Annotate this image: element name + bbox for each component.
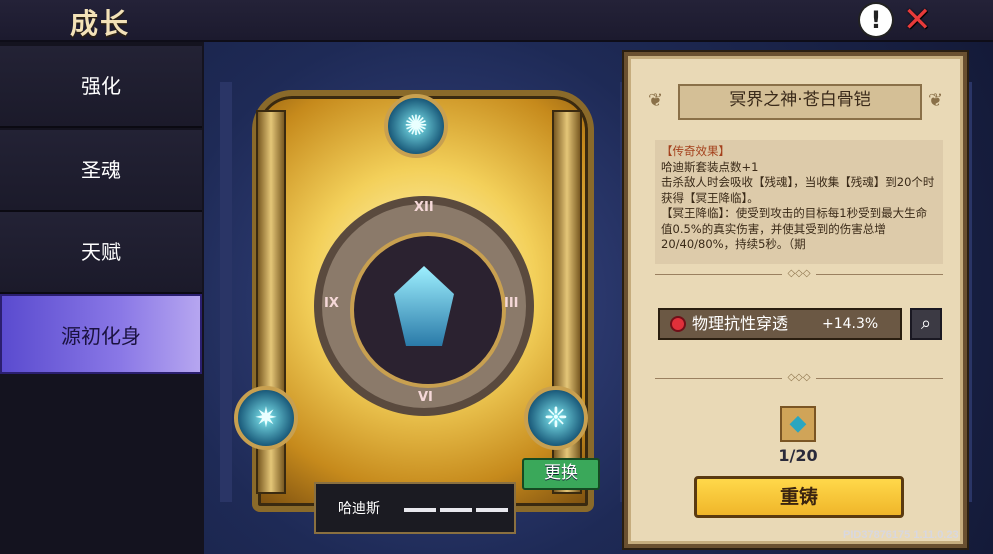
help-icon[interactable]: ! xyxy=(860,4,892,36)
numeral-6: VI xyxy=(418,390,433,405)
swap-button[interactable]: 更换 xyxy=(522,458,600,490)
effect-line: 哈迪斯套装点数+1 xyxy=(661,159,759,174)
reforge-material-icon[interactable]: ◆ xyxy=(780,406,816,442)
stat-value: +14.3% xyxy=(822,316,879,332)
web-sigil-icon[interactable]: ✷ xyxy=(234,386,298,450)
magnifier-icon[interactable]: ⌕ xyxy=(910,308,942,340)
flourish-left-icon: ❦ xyxy=(648,90,664,111)
tab-origin-avatar[interactable]: 源初化身 xyxy=(0,294,202,374)
spider-armor-icon xyxy=(394,266,454,346)
stat-gem-icon xyxy=(672,318,684,330)
tab-talent[interactable]: 天赋 xyxy=(0,212,202,294)
hero-name: 哈迪斯 xyxy=(338,501,380,517)
stat-label: 物理抗性穿透 xyxy=(692,314,789,333)
numeral-3: III xyxy=(504,296,519,311)
armor-slot[interactable] xyxy=(350,232,506,388)
info-panel: ❦ 冥界之神·苍白骨铠 ❦ 【传奇效果】 哈迪斯套装点数+1 击杀敌人时会吸收【… xyxy=(624,52,967,548)
bone-beast-icon[interactable]: ❈ xyxy=(524,386,588,450)
effect-line: 击杀敌人时会吸收【残魂】，当收集【残魂】到20个时获得【冥王降临】。 xyxy=(661,175,935,205)
numeral-9: IX xyxy=(324,296,339,311)
page-title: 成长 xyxy=(70,7,131,40)
effect-line: 【冥王降临】：使受到攻击的目标每1秒受到最大生命值0.5%的真实伤害，并使其受到… xyxy=(661,206,928,251)
divider-knot-icon: ◇◇◇ xyxy=(782,372,816,383)
stat-row: 物理抗性穿透 +14.3% xyxy=(658,308,902,340)
reforge-button[interactable]: 重铸 xyxy=(694,476,904,518)
divider-knot-icon: ◇◇◇ xyxy=(782,268,816,279)
sidebar: 强化 圣魂 天赋 源初化身 xyxy=(0,42,204,554)
effect-header: 【传奇效果】 xyxy=(661,144,730,158)
item-title: 冥界之神·苍白骨铠 xyxy=(678,84,922,120)
level-bars xyxy=(404,508,508,512)
numeral-12: XII xyxy=(414,200,434,215)
tab-enhance[interactable]: 强化 xyxy=(0,46,202,128)
top-bar: 成长 ! ✕ xyxy=(0,0,993,42)
hero-name-plate: 哈迪斯 xyxy=(314,482,516,534)
effect-description[interactable]: 【传奇效果】 哈迪斯套装点数+1 击杀敌人时会吸收【残魂】，当收集【残魂】到20… xyxy=(655,140,943,264)
spider-emblem-icon[interactable]: ✺ xyxy=(384,94,448,158)
clock-dial: XII III VI IX xyxy=(314,196,534,416)
build-id: PID37876175 1.11.0.23 xyxy=(843,529,959,541)
close-icon[interactable]: ✕ xyxy=(903,2,932,38)
bg-pillar xyxy=(220,82,232,502)
flourish-right-icon: ❦ xyxy=(928,90,944,111)
tab-holy-soul[interactable]: 圣魂 xyxy=(0,130,202,212)
material-count: 1/20 xyxy=(778,446,818,465)
